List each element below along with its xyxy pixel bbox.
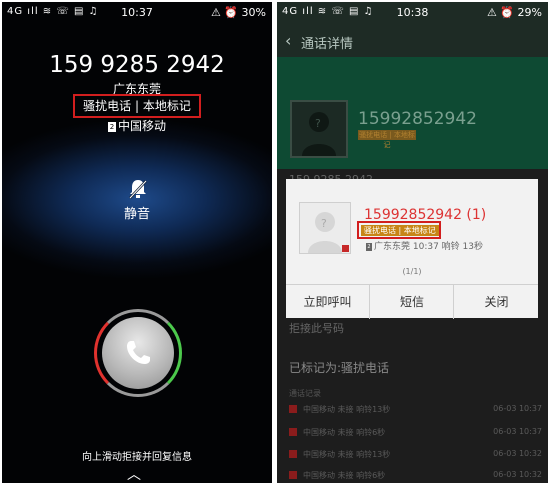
list-item[interactable]: 中国移动 未接 响铃13秒 06-03 10:32 — [289, 449, 542, 461]
caller-number: 159 9285 2942 — [49, 52, 225, 78]
header: ‹ 通话详情 — [277, 24, 548, 57]
svg-text:?: ? — [315, 117, 321, 130]
sim-icon: 2 — [107, 121, 116, 132]
contact-number: 15992852942 — [358, 109, 477, 129]
mute-label[interactable]: 静音 — [2, 203, 272, 222]
badge-icon — [342, 245, 349, 252]
close-button[interactable]: 关闭 — [453, 285, 539, 319]
sim-icon: 2 — [366, 242, 372, 251]
checkbox-icon — [289, 450, 297, 458]
checkbox-icon — [289, 428, 297, 436]
back-arrow-icon[interactable]: ‹ — [285, 31, 291, 50]
answer-handle[interactable] — [102, 317, 174, 389]
status-bar: 4G ıll ≋ ☏ ▤ ♫ 10:37 ⚠ ⏰ 30% — [2, 2, 272, 24]
incoming-call-screen: 4G ıll ≋ ☏ ▤ ♫ 10:37 ⚠ ⏰ 30% 159 9285 29… — [2, 2, 272, 483]
chevron-up-icon: ︿ — [127, 467, 141, 483]
person-placeholder-icon: ? — [302, 112, 336, 156]
avatar: ? — [299, 202, 351, 254]
popup-meta: 2 广东东莞 10:37 响铃 13秒 — [366, 242, 483, 252]
block-number-row[interactable]: 拒接此号码 — [289, 320, 344, 336]
svg-text:?: ? — [321, 217, 327, 230]
swipe-hint: 向上滑动拒接并回复信息 — [82, 452, 192, 463]
log-label: 通话记录 — [289, 389, 321, 398]
popup-actions: 立即呼叫 短信 关闭 — [286, 284, 538, 319]
marked-label: 已标记为:骚扰电话 — [289, 361, 390, 375]
list-item[interactable]: 中国移动 未接 响铃13秒 06-03 10:37 — [289, 404, 542, 416]
list-item[interactable]: 中国移动 未接 响铃6秒 06-03 10:32 — [289, 470, 542, 482]
checkbox-icon — [289, 471, 297, 479]
call-button[interactable]: 立即呼叫 — [286, 285, 369, 319]
sms-button[interactable]: 短信 — [369, 285, 454, 319]
battery-status: ⚠ ⏰ 30% — [211, 6, 266, 19]
list-item[interactable]: 中国移动 未接 响铃6秒 06-03 10:37 — [289, 427, 542, 439]
page-indicator: (1/1) — [402, 267, 422, 276]
battery-status: ⚠ ⏰ 29% — [487, 6, 542, 19]
page-title: 通话详情 — [301, 37, 354, 52]
status-bar: 4G ıll ≋ ☏ ▤ ♫ 10:38 ⚠ ⏰ 29% — [277, 2, 548, 24]
phone-icon — [127, 341, 150, 364]
spam-tag: 骚扰电话 | 本地标记 — [73, 94, 201, 118]
carrier-label: 2 中国移动 — [2, 117, 272, 134]
contact-banner: ? 15992852942 骚扰电话 | 本地标记 — [277, 57, 548, 169]
avatar: ? — [290, 100, 348, 158]
contact-tag: 骚扰电话 | 本地标记 — [358, 130, 416, 149]
bell-mute-icon[interactable] — [128, 178, 148, 204]
popup-tag: 骚扰电话 | 本地标记 — [361, 225, 439, 236]
checkbox-icon — [289, 405, 297, 413]
caller-popup: ? 15992852942 (1) 骚扰电话 | 本地标记 2 广东东莞 10:3… — [286, 179, 538, 319]
carrier-text: 中国移动 — [117, 119, 166, 133]
call-detail-screen: 4G ıll ≋ ☏ ▤ ♫ 10:38 ⚠ ⏰ 29% ‹ 通话详情 ? 15… — [277, 2, 548, 483]
